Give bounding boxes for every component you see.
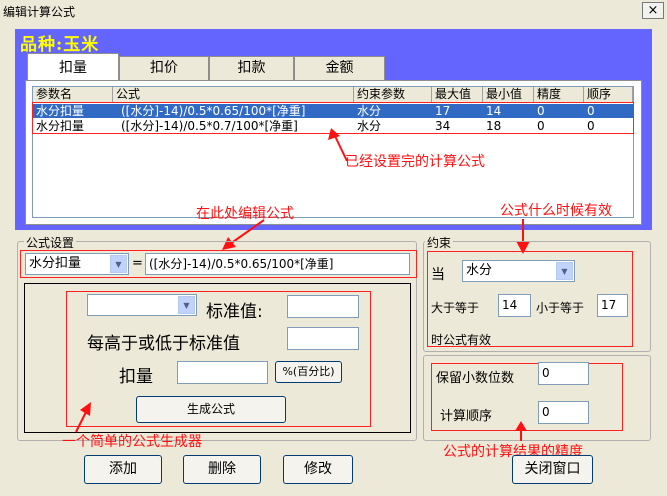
valid-label: 时公式有效 — [431, 333, 492, 347]
add-button[interactable]: 添加 — [84, 455, 162, 484]
step-label: 每高于或低于标准值 — [87, 334, 240, 354]
generate-formula-button[interactable]: 生成公式 — [136, 396, 286, 423]
annotation-arrow-icon — [515, 421, 527, 441]
column-header-param[interactable]: 参数名 — [33, 87, 113, 103]
param-select-value: 水分扣量 — [29, 256, 82, 271]
deduct-input[interactable] — [177, 361, 268, 384]
param-select[interactable]: 水分扣量 ▼ — [25, 253, 129, 275]
lte-label: 小于等于 — [536, 301, 585, 315]
order-label: 计算顺序 — [440, 409, 493, 424]
tab-deduct-price[interactable]: 扣价 — [119, 56, 209, 80]
title-bar: 编辑计算公式 — [0, 0, 667, 20]
lte-input[interactable]: 17 — [597, 294, 628, 317]
constraint-param-select[interactable]: 水分 ▼ — [462, 260, 575, 282]
order-input[interactable]: 0 — [538, 401, 589, 424]
chevron-down-icon[interactable]: ▼ — [178, 296, 195, 314]
formula-expression-input[interactable]: ([水分]-14)/0.5*0.65/100*[净重] — [145, 253, 410, 275]
tab-amount[interactable]: 金额 — [294, 56, 385, 80]
chevron-down-icon[interactable]: ▼ — [110, 255, 127, 273]
gte-input[interactable]: 14 — [498, 294, 531, 317]
column-header-max[interactable]: 最大值 — [432, 87, 483, 103]
column-header-formula[interactable]: 公式 — [113, 87, 354, 103]
constraint-label: 约束 — [425, 234, 454, 251]
modify-button[interactable]: 修改 — [283, 455, 353, 484]
tab-deduct-weight[interactable]: 扣量 — [27, 53, 119, 81]
formula-settings-label: 公式设置 — [24, 234, 77, 251]
decimals-input[interactable]: 0 — [538, 362, 589, 385]
percent-button[interactable]: %(百分比) — [275, 361, 342, 383]
close-window-button[interactable]: 关闭窗口 — [512, 455, 593, 484]
standard-value-label: 标准值: — [206, 302, 263, 322]
constraint-param-value: 水分 — [466, 263, 493, 278]
close-window-icon[interactable]: × — [642, 2, 664, 19]
delete-button[interactable]: 删除 — [183, 455, 261, 484]
step-input[interactable] — [287, 327, 359, 350]
standard-value-input[interactable] — [287, 295, 359, 318]
column-header-precision[interactable]: 精度 — [534, 87, 584, 103]
annotation-saved: 已经设置完的计算公式 — [345, 154, 485, 170]
decimals-label: 保留小数位数 — [436, 371, 515, 386]
column-header-order[interactable]: 顺序 — [584, 87, 633, 103]
column-header-constraint[interactable]: 约束参数 — [354, 87, 432, 103]
chevron-down-icon[interactable]: ▼ — [556, 262, 573, 280]
variety-label: 品种:玉米 — [20, 35, 100, 55]
annotation-generator: 一个简单的公式生成器 — [62, 434, 202, 450]
gte-label: 大于等于 — [431, 301, 480, 315]
deduct-label: 扣量 — [119, 367, 153, 387]
equals-sign: = — [132, 256, 143, 271]
generator-param-select[interactable]: ▼ — [87, 294, 197, 316]
window-title: 编辑计算公式 — [3, 5, 76, 19]
when-label: 当 — [431, 267, 445, 283]
column-header-min[interactable]: 最小值 — [483, 87, 534, 103]
tab-deduct-amount[interactable]: 扣款 — [209, 56, 294, 80]
